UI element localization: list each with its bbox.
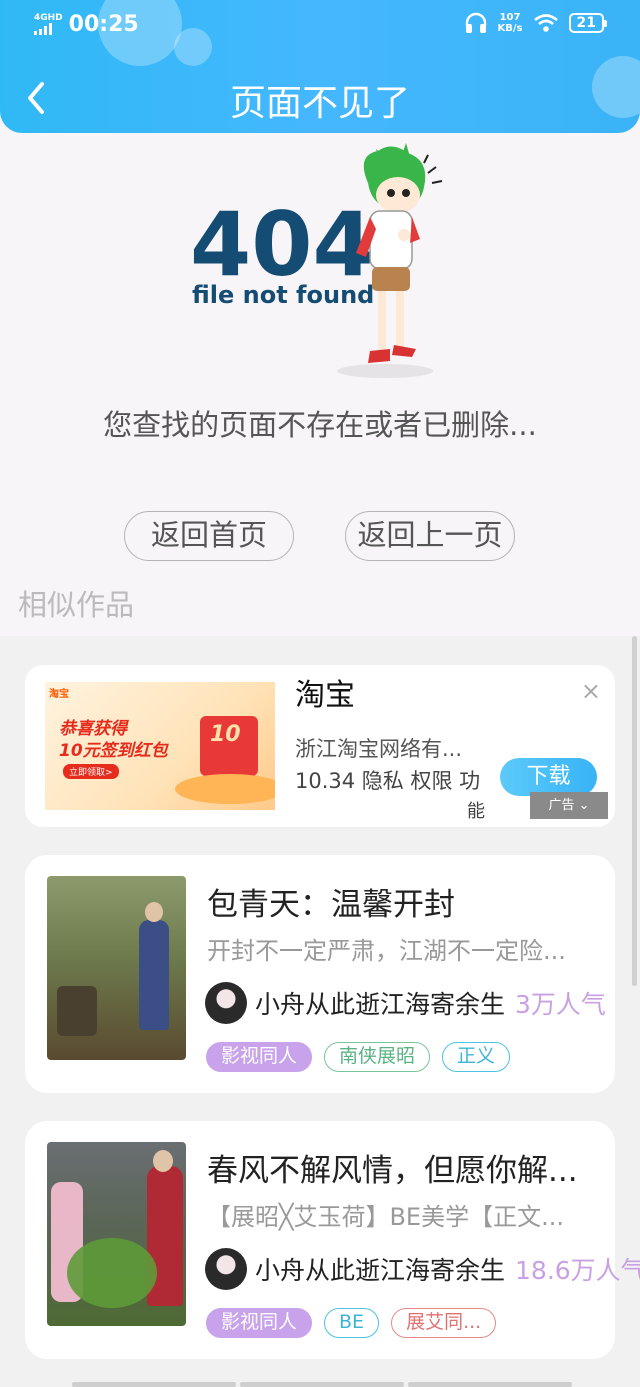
section-title: 相似作品 [18, 588, 135, 622]
work-thumbnail[interactable] [47, 876, 186, 1060]
tag[interactable]: 南侠展昭 [324, 1042, 431, 1072]
chevron-down-icon: ⌄ [578, 798, 590, 813]
headphones-icon [465, 12, 486, 33]
work-title: 春风不解风情，但愿你解... [207, 1153, 578, 1189]
work-description: 【展昭╳艾玉荷】BE美学【正文... [207, 1203, 564, 1231]
ad-meta-wrap: 能 [467, 801, 485, 822]
figure-decor [145, 902, 163, 922]
work-card[interactable]: 春风不解风情，但愿你解... 【展昭╳艾玉荷】BE美学【正文... 小舟从此逝江… [25, 1121, 640, 1359]
work-author[interactable]: 小舟从此逝江海寄余生 3万人气 [205, 981, 606, 1025]
tag[interactable]: 影视同人 [206, 1308, 313, 1338]
figure-decor [139, 920, 169, 1030]
ad-badge-label: 广告 [548, 798, 575, 813]
ad-badge[interactable]: 广告 ⌄ [530, 792, 608, 819]
battery-indicator: 21 [568, 13, 608, 33]
ad-image-brand: 淘宝 [49, 689, 69, 700]
ad-title: 淘宝 [295, 678, 355, 713]
back-page-button[interactable]: 返回上一页 [345, 511, 515, 561]
close-icon[interactable]: × [581, 677, 601, 705]
red-envelope-amount: 10 [210, 722, 241, 747]
work-title: 包青天：温馨开封 [207, 887, 455, 923]
ad-meta: 10.34 隐私 权限 功 [295, 769, 481, 793]
clock: 00:25 [68, 12, 139, 37]
signal-bars-icon [34, 23, 63, 35]
ad-image-button: 立即领取> [63, 764, 119, 779]
scrollbar[interactable] [632, 636, 637, 986]
popularity-count: 18.6万人气 [515, 1256, 640, 1285]
network-speed: 107 KB/s [497, 12, 523, 34]
error-message: 您查找的页面不存在或者已删除... [103, 408, 537, 442]
work-thumbnail[interactable] [47, 1142, 186, 1326]
tag[interactable]: BE [324, 1308, 380, 1338]
work-description: 开封不一定严肃，江湖不一定险... [207, 937, 566, 965]
ad-image[interactable]: 淘宝 恭喜获得 10元签到红包 立即领取> 10 [45, 682, 275, 810]
download-button[interactable]: 下载 [500, 758, 597, 796]
next-card-edge [72, 1382, 572, 1387]
tag[interactable]: 展艾同... [391, 1308, 497, 1338]
red-envelope-icon: 10 [200, 716, 258, 776]
page-title: 页面不见了 [229, 83, 410, 124]
avatar[interactable] [205, 1248, 247, 1290]
ad-card[interactable]: 淘宝 恭喜获得 10元签到红包 立即领取> 10 淘宝 × 浙江淘宝网络有...… [25, 665, 615, 827]
tag-list: 影视同人 BE 展艾同... [206, 1308, 497, 1338]
figure-decor [57, 986, 97, 1036]
network-type: 4GHD [34, 13, 63, 23]
wifi-icon [533, 14, 558, 32]
tag[interactable]: 影视同人 [206, 1042, 313, 1072]
figure-decor [153, 1150, 173, 1172]
work-author[interactable]: 小舟从此逝江海寄余生 18.6万人气 [205, 1247, 640, 1291]
app-header: 4GHD 00:25 107 KB/s 21 页面不见了 [0, 0, 640, 133]
coins-decor [175, 774, 275, 804]
404-illustration: 404 file not found [190, 143, 443, 378]
ad-image-line2: 10元签到红包 [59, 741, 168, 761]
author-name: 小舟从此逝江海寄余生 [255, 1256, 506, 1285]
signal-indicator: 4GHD [34, 14, 63, 35]
tag[interactable]: 正义 [442, 1042, 511, 1072]
ad-company: 浙江淘宝网络有... [295, 737, 463, 761]
error-subtitle: file not found [192, 281, 374, 309]
author-name: 小舟从此逝江海寄余生 [255, 990, 506, 1019]
popularity-count: 3万人气 [515, 990, 606, 1019]
tag-list: 影视同人 南侠展昭 正义 [206, 1042, 511, 1072]
status-bar: 4GHD 00:25 107 KB/s 21 [0, 10, 640, 44]
avatar[interactable] [205, 982, 247, 1024]
home-button[interactable]: 返回首页 [124, 511, 294, 561]
work-card[interactable]: 包青天：温馨开封 开封不一定严肃，江湖不一定险... 小舟从此逝江海寄余生 3万… [25, 855, 615, 1093]
foliage-decor [67, 1238, 157, 1308]
